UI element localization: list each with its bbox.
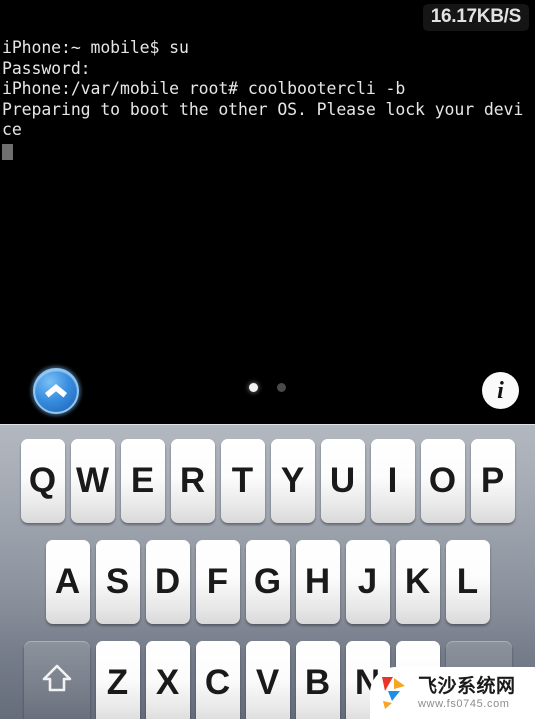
watermark-text: 飞沙系统网 www.fs0745.com (418, 674, 516, 710)
terminal-line: Preparing to boot the other OS. Please l… (2, 99, 524, 119)
device-screen: 16.17KB/S iPhone:~ mobile$ su Password: … (0, 0, 535, 719)
network-speed-badge: 16.17KB/S (422, 4, 529, 31)
key-y[interactable]: Y (270, 439, 315, 523)
terminal-output[interactable]: iPhone:~ mobile$ su Password: iPhone:/va… (0, 34, 535, 364)
page-dot-2[interactable] (277, 383, 286, 392)
shift-key[interactable] (23, 641, 90, 719)
key-u[interactable]: U (320, 439, 365, 523)
watermark-logo-icon (380, 676, 412, 710)
keyboard-row-1: Q W E R T Y U I O P (0, 439, 535, 523)
terminal-line: iPhone:~ mobile$ su (2, 38, 189, 57)
key-b[interactable]: B (295, 641, 340, 719)
terminal-line: ce (2, 120, 22, 139)
watermark: 飞沙系统网 www.fs0745.com (370, 667, 535, 719)
terminal-toolbar: i (0, 360, 535, 424)
key-k[interactable]: K (395, 540, 440, 624)
key-v[interactable]: V (245, 641, 290, 719)
key-z[interactable]: Z (95, 641, 140, 719)
key-l[interactable]: L (445, 540, 490, 624)
info-icon: i (497, 377, 504, 404)
key-w[interactable]: W (70, 439, 115, 523)
key-x[interactable]: X (145, 641, 190, 719)
terminal-line: iPhone:/var/mobile root# coolbootercli -… (2, 79, 406, 98)
page-indicator-dots[interactable] (0, 383, 535, 392)
info-button[interactable]: i (482, 372, 519, 409)
key-q[interactable]: Q (20, 439, 65, 523)
key-p[interactable]: P (470, 439, 515, 523)
key-d[interactable]: D (145, 540, 190, 624)
key-e[interactable]: E (120, 439, 165, 523)
watermark-title: 飞沙系统网 (418, 674, 516, 697)
key-f[interactable]: F (195, 540, 240, 624)
keyboard-row-2: A S D F G H J K L (0, 540, 535, 624)
key-g[interactable]: G (245, 540, 290, 624)
key-t[interactable]: T (220, 439, 265, 523)
key-h[interactable]: H (295, 540, 340, 624)
terminal-line: Password: (2, 58, 91, 78)
key-c[interactable]: C (195, 641, 240, 719)
key-j[interactable]: J (345, 540, 390, 624)
key-r[interactable]: R (170, 439, 215, 523)
page-dot-1[interactable] (249, 383, 258, 392)
key-o[interactable]: O (420, 439, 465, 523)
terminal-cursor (2, 143, 13, 160)
key-a[interactable]: A (45, 540, 90, 624)
shift-arrow-icon (40, 662, 74, 702)
key-s[interactable]: S (95, 540, 140, 624)
watermark-url: www.fs0745.com (418, 697, 510, 710)
key-i[interactable]: I (370, 439, 415, 523)
